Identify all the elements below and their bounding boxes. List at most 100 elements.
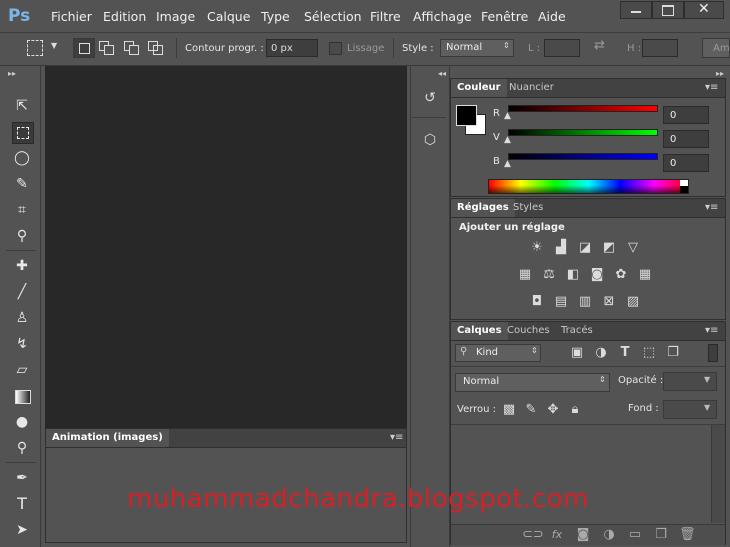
- slider-thumb-icon[interactable]: ▲: [504, 111, 511, 121]
- chevron-down-icon[interactable]: ▼: [704, 403, 710, 412]
- foreground-color-swatch[interactable]: [456, 105, 477, 126]
- brightness-icon[interactable]: ☀: [529, 241, 545, 255]
- panel-menu-icon[interactable]: ▾≡: [705, 202, 718, 213]
- menu-image[interactable]: Image: [156, 9, 195, 24]
- channel-b-slider[interactable]: [508, 153, 658, 160]
- quick-selection-tool-icon[interactable]: ✎: [12, 174, 32, 194]
- brush-tool-icon[interactable]: ╱: [12, 282, 32, 302]
- layers-scrollbar[interactable]: [711, 425, 725, 523]
- gradient-map-icon[interactable]: ▨: [625, 295, 641, 309]
- layer-filter-select[interactable]: ⚲ Kind ⇕: [455, 344, 541, 362]
- shape-filter-icon[interactable]: ⬚: [641, 346, 657, 360]
- link-layers-icon[interactable]: ⊂⊃: [522, 528, 544, 542]
- marquee-preset-icon[interactable]: [27, 40, 43, 56]
- gradient-tool-icon[interactable]: [12, 386, 32, 406]
- black-white-icon[interactable]: ◧: [565, 268, 581, 282]
- posterize-icon[interactable]: ▤: [553, 295, 569, 309]
- channel-v-slider[interactable]: [508, 129, 658, 136]
- new-selection-button[interactable]: [73, 38, 95, 58]
- path-selection-tool-icon[interactable]: ➤: [12, 520, 32, 540]
- swap-icon[interactable]: ⇄: [594, 38, 605, 53]
- collapse-icon[interactable]: ▸▸: [716, 69, 724, 78]
- invert-icon[interactable]: ◘: [529, 295, 545, 309]
- tab-couleur[interactable]: Couleur: [451, 79, 507, 97]
- selective-color-icon[interactable]: ⊠: [601, 295, 617, 309]
- dodge-tool-icon[interactable]: ⚲: [12, 438, 32, 458]
- document-canvas[interactable]: [45, 66, 407, 428]
- menu-edition[interactable]: Edition: [103, 9, 146, 24]
- delete-layer-icon[interactable]: 🗑︎: [679, 528, 696, 542]
- tab-reglages[interactable]: Réglages: [451, 199, 515, 217]
- collapse-icon[interactable]: ▸▸: [8, 69, 16, 78]
- feather-input[interactable]: 0 px: [266, 39, 318, 57]
- layer-style-icon[interactable]: fx: [549, 528, 565, 542]
- panel-menu-icon[interactable]: ▾≡: [705, 82, 718, 93]
- 3d-icon[interactable]: ⬡: [420, 132, 440, 154]
- maximize-button[interactable]: [652, 1, 684, 19]
- minimize-button[interactable]: [620, 1, 652, 19]
- menu-calque[interactable]: Calque: [207, 9, 250, 24]
- curves-icon[interactable]: ◪: [577, 241, 593, 255]
- exposure-icon[interactable]: ◩: [601, 241, 617, 255]
- chevron-down-icon[interactable]: ▼: [51, 41, 57, 50]
- refine-edge-button[interactable]: Am: [702, 38, 730, 58]
- panel-menu-icon[interactable]: ▾≡: [390, 432, 403, 443]
- vibrance-icon[interactable]: ▽: [625, 241, 641, 255]
- width-input[interactable]: [544, 39, 580, 57]
- type-tool-icon[interactable]: T: [12, 494, 32, 514]
- hue-saturation-icon[interactable]: ▦: [517, 268, 533, 282]
- menu-filtre[interactable]: Filtre: [370, 9, 401, 24]
- eraser-tool-icon[interactable]: ▱: [12, 360, 32, 380]
- antialias-checkbox[interactable]: [329, 42, 342, 55]
- channel-b-input[interactable]: 0: [663, 154, 709, 172]
- menu-fichier[interactable]: Fichier: [51, 9, 92, 24]
- move-tool-icon[interactable]: ⇱: [12, 96, 32, 116]
- pixel-filter-icon[interactable]: ▣: [569, 346, 585, 360]
- photo-filter-icon[interactable]: ◙: [589, 268, 605, 282]
- tab-nuancier[interactable]: Nuancier: [503, 79, 560, 97]
- collapse-icon[interactable]: ◂◂: [438, 69, 446, 78]
- lock-all-icon[interactable]: 🔒︎: [567, 403, 583, 417]
- pen-tool-icon[interactable]: ✒: [12, 468, 32, 488]
- menu-affichage[interactable]: Affichage: [413, 9, 472, 24]
- slider-thumb-icon[interactable]: ▲: [504, 159, 511, 169]
- layer-mask-icon[interactable]: ◙: [575, 528, 591, 542]
- adjustment-layer-icon[interactable]: ◑: [601, 528, 617, 542]
- fill-input[interactable]: ▼: [663, 400, 717, 419]
- type-filter-icon[interactable]: T: [617, 346, 633, 360]
- channel-r-slider[interactable]: [508, 105, 658, 112]
- color-lookup-icon[interactable]: ▦: [637, 268, 653, 282]
- color-ramp[interactable]: [488, 179, 689, 194]
- channel-mixer-icon[interactable]: ✿: [613, 268, 629, 282]
- crop-tool-icon[interactable]: ⌗: [12, 200, 32, 220]
- style-select[interactable]: Normal ⇕: [440, 39, 514, 57]
- blend-mode-select[interactable]: Normal ⇕: [455, 373, 610, 392]
- adjustment-filter-icon[interactable]: ◑: [593, 346, 609, 360]
- lock-position-icon[interactable]: ✥: [545, 403, 561, 417]
- threshold-icon[interactable]: ▥: [577, 295, 593, 309]
- tab-couches[interactable]: Couches: [501, 322, 556, 340]
- clone-stamp-tool-icon[interactable]: ♙: [12, 308, 32, 328]
- menu-aide[interactable]: Aide: [538, 9, 566, 24]
- blur-tool-icon[interactable]: ●: [12, 412, 32, 432]
- history-brush-tool-icon[interactable]: ↯: [12, 334, 32, 354]
- opacity-input[interactable]: ▼: [663, 372, 717, 391]
- slider-thumb-icon[interactable]: ▲: [504, 135, 511, 145]
- menu-selection[interactable]: Sélection: [304, 9, 362, 24]
- marquee-tool-icon[interactable]: [12, 122, 34, 144]
- black-swatch[interactable]: [680, 186, 688, 193]
- filter-toggle[interactable]: [708, 344, 718, 362]
- lock-image-icon[interactable]: ✎: [523, 403, 539, 417]
- panel-menu-icon[interactable]: ▾≡: [705, 325, 718, 336]
- close-button[interactable]: ✕: [684, 1, 724, 19]
- eyedropper-tool-icon[interactable]: ⚲: [12, 226, 32, 246]
- menu-fenetre[interactable]: Fenêtre: [481, 9, 528, 24]
- new-layer-icon[interactable]: ❐: [653, 528, 669, 542]
- menu-type[interactable]: Type: [261, 9, 290, 24]
- tab-styles[interactable]: Styles: [507, 199, 549, 217]
- tab-traces[interactable]: Tracés: [555, 322, 599, 340]
- tab-calques[interactable]: Calques: [451, 322, 508, 340]
- height-input[interactable]: [642, 39, 678, 57]
- channel-r-input[interactable]: 0: [663, 106, 709, 124]
- history-icon[interactable]: ↺: [420, 90, 440, 112]
